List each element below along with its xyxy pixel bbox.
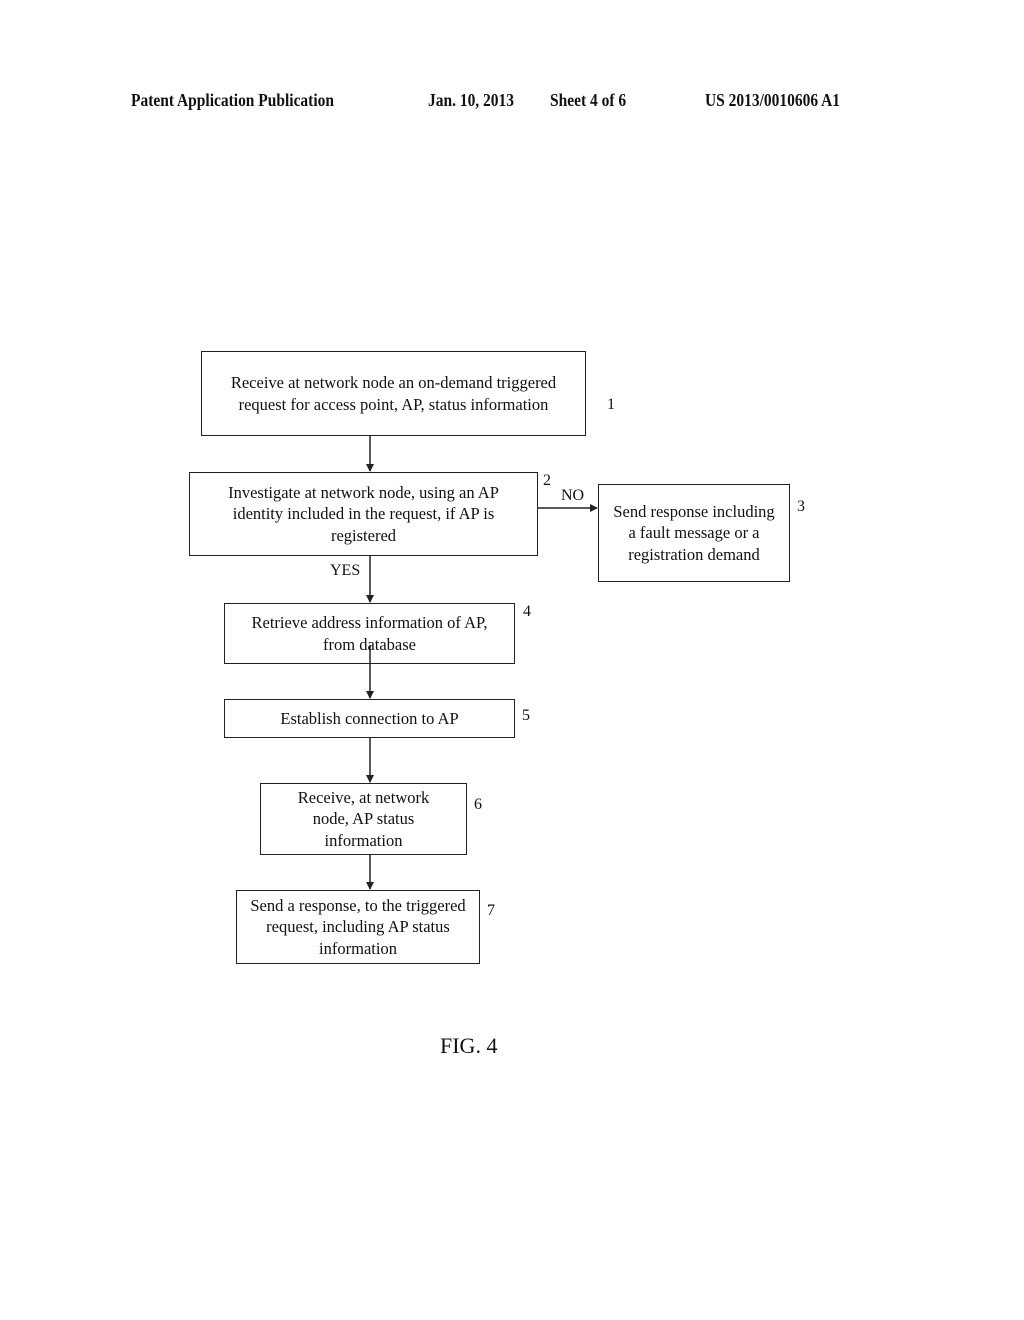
step-box-5: Establish connection to AP — [224, 699, 515, 738]
step-number-2: 2 — [543, 472, 551, 489]
step-text-1: Receive at network node an on-demand tri… — [230, 373, 557, 414]
step-box-4: Retrieve address information of AP, from… — [224, 603, 515, 664]
step-box-7: Send a response, to the triggered reques… — [236, 890, 480, 964]
step-box-2: Investigate at network node, using an AP… — [189, 472, 538, 556]
step-text-5: Establish connection to AP — [280, 708, 459, 728]
step-number-7: 7 — [487, 902, 495, 919]
step-text-3: Send response including a fault message … — [613, 501, 775, 564]
step-number-4: 4 — [523, 603, 531, 620]
step-text-4: Retrieve address information of AP, from… — [251, 613, 488, 654]
step-number-3: 3 — [797, 498, 805, 515]
step-box-1: Receive at network node an on-demand tri… — [201, 351, 586, 436]
step-text-7: Send a response, to the triggered reques… — [250, 895, 466, 958]
step-number-1: 1 — [607, 396, 615, 413]
step-text-2: Investigate at network node, using an AP… — [228, 482, 499, 545]
branch-label-no: NO — [561, 487, 585, 504]
step-box-3: Send response including a fault message … — [598, 484, 790, 582]
figure-label: FIG. 4 — [440, 1033, 498, 1058]
step-number-6: 6 — [474, 796, 482, 813]
branch-label-yes: YES — [330, 562, 361, 579]
step-number-5: 5 — [522, 707, 530, 724]
step-box-6: Receive, at network node, AP status info… — [260, 783, 467, 855]
step-text-6: Receive, at network node, AP status info… — [297, 787, 430, 850]
